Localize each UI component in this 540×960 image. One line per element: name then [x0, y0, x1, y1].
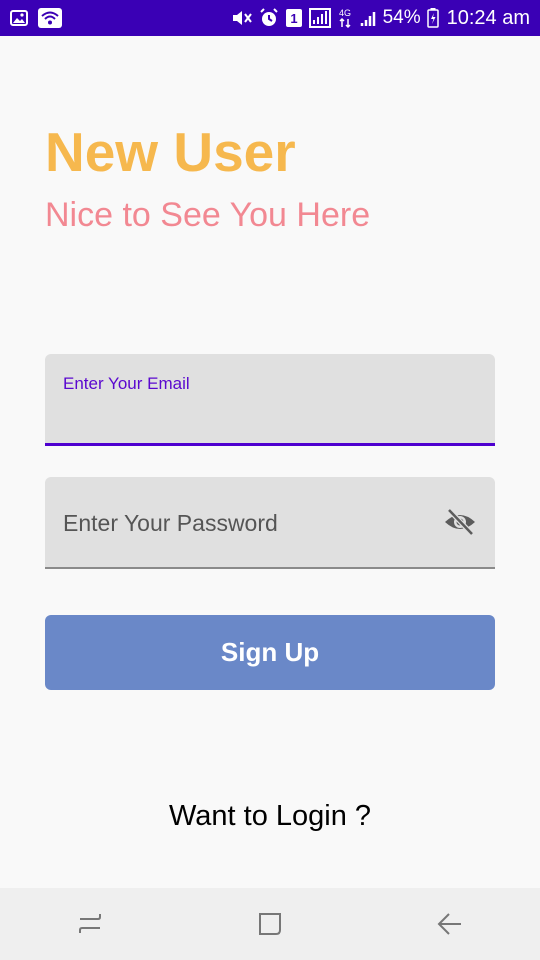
visibility-off-icon[interactable] [443, 507, 477, 537]
battery-icon [426, 8, 439, 28]
signal-icon [308, 8, 331, 28]
home-icon[interactable] [240, 899, 300, 949]
recents-icon[interactable] [60, 899, 120, 949]
sign-up-button[interactable]: Sign Up [45, 615, 495, 690]
clock: 10:24 am [446, 6, 530, 29]
navigation-bar [0, 888, 540, 960]
sim-icon: 1 [285, 8, 303, 28]
sim-label: 1 [290, 11, 297, 26]
battery-percent: 54% [382, 7, 421, 28]
network-label: 4G [339, 8, 351, 18]
page-subtitle: Nice to See You Here [45, 196, 371, 234]
email-input[interactable] [45, 390, 495, 436]
signal-icon-2 [359, 9, 377, 27]
back-icon[interactable] [420, 899, 480, 949]
data-icon: 4G [337, 7, 353, 29]
login-link[interactable]: Want to Login ? [0, 800, 540, 833]
wifi-icon [38, 8, 62, 28]
mute-icon [231, 8, 253, 28]
alarm-icon [259, 8, 279, 28]
page-title: New User [45, 121, 296, 183]
password-field[interactable]: Enter Your Password [45, 477, 495, 569]
password-placeholder: Enter Your Password [63, 510, 278, 536]
status-bar: 1 4G 54% 10:24 am [0, 0, 540, 36]
email-field[interactable]: Enter Your Email [45, 354, 495, 446]
image-icon [10, 10, 28, 26]
